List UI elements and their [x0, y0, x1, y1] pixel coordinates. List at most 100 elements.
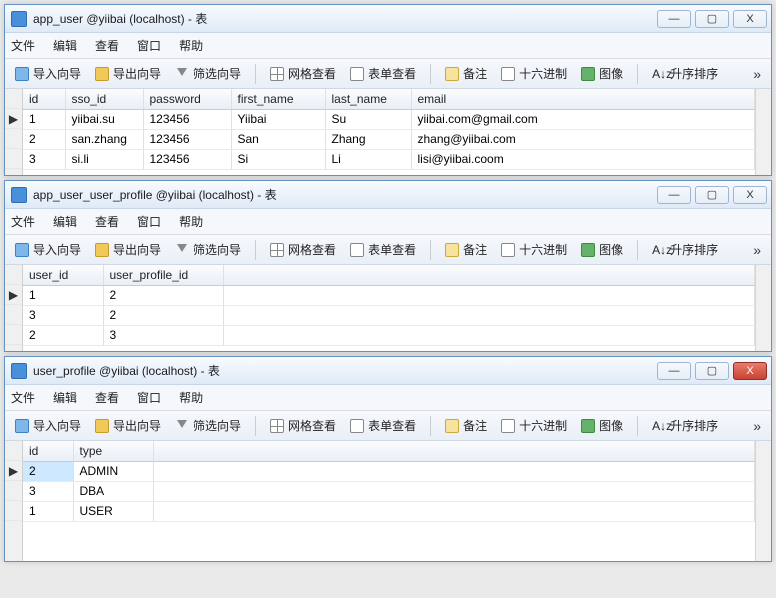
menu-edit[interactable]: 编辑: [53, 389, 77, 406]
cell[interactable]: DBA: [73, 481, 153, 501]
hex-button[interactable]: 十六进制: [497, 63, 571, 84]
cell[interactable]: 2: [103, 285, 223, 305]
titlebar[interactable]: app_user_user_profile @yiibai (localhost…: [5, 181, 771, 209]
minimize-button[interactable]: —: [657, 10, 691, 28]
col-user-id[interactable]: user_id: [23, 265, 103, 285]
col-id[interactable]: id: [23, 441, 73, 461]
data-grid[interactable]: id type 2 ADMIN 3 DBA 1 USER: [23, 441, 755, 561]
cell[interactable]: 3: [23, 481, 73, 501]
close-button[interactable]: X: [733, 362, 767, 380]
menu-window[interactable]: 窗口: [137, 37, 161, 54]
toolbar-more-button[interactable]: »: [749, 66, 765, 82]
cell[interactable]: 3: [23, 305, 103, 325]
export-wizard-button[interactable]: 导出向导: [91, 415, 165, 436]
menu-help[interactable]: 帮助: [179, 213, 203, 230]
cell[interactable]: 1: [23, 285, 103, 305]
maximize-button[interactable]: ▢: [695, 186, 729, 204]
sort-button[interactable]: A↓z升序排序: [648, 415, 722, 436]
import-wizard-button[interactable]: 导入向导: [11, 239, 85, 260]
menu-file[interactable]: 文件: [11, 213, 35, 230]
vertical-scrollbar[interactable]: [755, 265, 771, 351]
image-button[interactable]: 图像: [577, 63, 627, 84]
vertical-scrollbar[interactable]: [755, 89, 771, 175]
data-grid[interactable]: id sso_id password first_name last_name …: [23, 89, 755, 175]
cell[interactable]: 123456: [143, 109, 231, 129]
table-row[interactable]: 3 si.li 123456 Si Li lisi@yiibai.coom: [23, 149, 755, 169]
col-email[interactable]: email: [411, 89, 755, 109]
table-row[interactable]: 3 DBA: [23, 481, 755, 501]
sort-button[interactable]: A↓z升序排序: [648, 239, 722, 260]
menu-help[interactable]: 帮助: [179, 389, 203, 406]
menu-view[interactable]: 查看: [95, 213, 119, 230]
cell[interactable]: 3: [23, 149, 65, 169]
col-first-name[interactable]: first_name: [231, 89, 325, 109]
vertical-scrollbar[interactable]: [755, 441, 771, 561]
menu-window[interactable]: 窗口: [137, 213, 161, 230]
grid-view-button[interactable]: 网格查看: [266, 239, 340, 260]
menu-help[interactable]: 帮助: [179, 37, 203, 54]
cell[interactable]: lisi@yiibai.coom: [411, 149, 755, 169]
minimize-button[interactable]: —: [657, 362, 691, 380]
header-row[interactable]: id sso_id password first_name last_name …: [23, 89, 755, 109]
cell[interactable]: Zhang: [325, 129, 411, 149]
col-id[interactable]: id: [23, 89, 65, 109]
col-last-name[interactable]: last_name: [325, 89, 411, 109]
filter-wizard-button[interactable]: 筛选向导: [171, 239, 245, 260]
cell[interactable]: 2: [103, 305, 223, 325]
cell[interactable]: si.li: [65, 149, 143, 169]
export-wizard-button[interactable]: 导出向导: [91, 63, 165, 84]
table-row[interactable]: 2 san.zhang 123456 San Zhang zhang@yiiba…: [23, 129, 755, 149]
filter-wizard-button[interactable]: 筛选向导: [171, 415, 245, 436]
cell[interactable]: Yiibai: [231, 109, 325, 129]
hex-button[interactable]: 十六进制: [497, 415, 571, 436]
header-row[interactable]: user_id user_profile_id: [23, 265, 755, 285]
menu-edit[interactable]: 编辑: [53, 37, 77, 54]
memo-button[interactable]: 备注: [441, 63, 491, 84]
grid-view-button[interactable]: 网格查看: [266, 63, 340, 84]
menu-file[interactable]: 文件: [11, 37, 35, 54]
close-button[interactable]: X: [733, 186, 767, 204]
table-row[interactable]: 2 ADMIN: [23, 461, 755, 481]
sort-button[interactable]: A↓z升序排序: [648, 63, 722, 84]
cell[interactable]: Su: [325, 109, 411, 129]
cell[interactable]: 123456: [143, 149, 231, 169]
maximize-button[interactable]: ▢: [695, 362, 729, 380]
cell[interactable]: yiibai.su: [65, 109, 143, 129]
form-view-button[interactable]: 表单查看: [346, 415, 420, 436]
image-button[interactable]: 图像: [577, 415, 627, 436]
minimize-button[interactable]: —: [657, 186, 691, 204]
cell[interactable]: Si: [231, 149, 325, 169]
form-view-button[interactable]: 表单查看: [346, 63, 420, 84]
table-row[interactable]: 3 2: [23, 305, 755, 325]
menu-view[interactable]: 查看: [95, 389, 119, 406]
table-row[interactable]: 1 2: [23, 285, 755, 305]
form-view-button[interactable]: 表单查看: [346, 239, 420, 260]
table-row[interactable]: 1 yiibai.su 123456 Yiibai Su yiibai.com@…: [23, 109, 755, 129]
image-button[interactable]: 图像: [577, 239, 627, 260]
cell[interactable]: yiibai.com@gmail.com: [411, 109, 755, 129]
toolbar-more-button[interactable]: »: [749, 242, 765, 258]
cell[interactable]: USER: [73, 501, 153, 521]
titlebar[interactable]: app_user @yiibai (localhost) - 表 — ▢ X: [5, 5, 771, 33]
header-row[interactable]: id type: [23, 441, 755, 461]
menu-window[interactable]: 窗口: [137, 389, 161, 406]
cell[interactable]: 123456: [143, 129, 231, 149]
hex-button[interactable]: 十六进制: [497, 239, 571, 260]
table-row[interactable]: 2 3: [23, 325, 755, 345]
export-wizard-button[interactable]: 导出向导: [91, 239, 165, 260]
titlebar[interactable]: user_profile @yiibai (localhost) - 表 — ▢…: [5, 357, 771, 385]
cell[interactable]: 1: [23, 109, 65, 129]
maximize-button[interactable]: ▢: [695, 10, 729, 28]
data-grid[interactable]: user_id user_profile_id 1 2 3 2 2 3: [23, 265, 755, 351]
memo-button[interactable]: 备注: [441, 415, 491, 436]
col-password[interactable]: password: [143, 89, 231, 109]
memo-button[interactable]: 备注: [441, 239, 491, 260]
table-row[interactable]: 1 USER: [23, 501, 755, 521]
cell[interactable]: 2: [23, 129, 65, 149]
cell-selected[interactable]: 2: [23, 461, 73, 481]
import-wizard-button[interactable]: 导入向导: [11, 63, 85, 84]
col-type[interactable]: type: [73, 441, 153, 461]
cell[interactable]: 2: [23, 325, 103, 345]
menu-edit[interactable]: 编辑: [53, 213, 77, 230]
col-sso-id[interactable]: sso_id: [65, 89, 143, 109]
